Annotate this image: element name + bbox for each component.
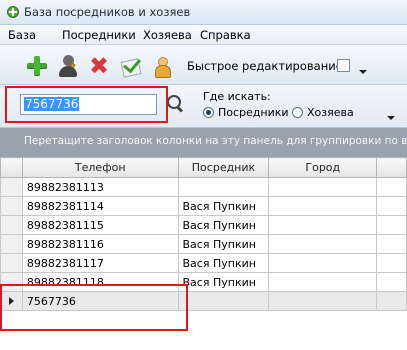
column-header-phone[interactable]: Телефон bbox=[21, 157, 179, 178]
table-row[interactable]: 89882381114 Вася Пупкин bbox=[0, 196, 407, 216]
cell-agent[interactable]: Вася Пупкин bbox=[177, 234, 270, 254]
menu-item-baza[interactable]: База bbox=[8, 28, 36, 42]
cell-phone[interactable]: 89882381114 bbox=[21, 196, 179, 216]
search-icon[interactable] bbox=[165, 93, 185, 113]
radio-hozyaeva-button[interactable] bbox=[292, 107, 303, 118]
column-header-city[interactable]: Город bbox=[268, 157, 378, 178]
cell-phone[interactable]: 89882381115 bbox=[21, 215, 179, 235]
window-title: База посредников и хозяев bbox=[24, 5, 191, 19]
menu-item-posredniki[interactable]: Посредники bbox=[62, 28, 136, 42]
radio-posredniki-label: Посредники bbox=[218, 106, 289, 119]
check-icon[interactable] bbox=[119, 54, 143, 78]
cell-phone[interactable]: 89882381116 bbox=[21, 234, 179, 254]
user-edit-icon[interactable] bbox=[57, 54, 81, 78]
radio-hozyaeva-label: Хозяева bbox=[307, 106, 354, 119]
title-bar: База посредников и хозяев bbox=[0, 0, 407, 25]
new-row-city-cell[interactable] bbox=[268, 291, 378, 311]
cell-city[interactable] bbox=[268, 272, 378, 292]
cell-city[interactable] bbox=[268, 196, 378, 216]
search-highlight-frame bbox=[5, 86, 168, 123]
quick-edit-label: Быстрое редактирование bbox=[187, 59, 343, 73]
cell-agent[interactable] bbox=[177, 177, 270, 197]
menu-item-hozyaeva[interactable]: Хозяева bbox=[143, 28, 192, 42]
menu-item-spravka[interactable]: Справка bbox=[200, 28, 251, 42]
radio-posredniki-button[interactable] bbox=[203, 107, 214, 118]
grid-header-row: Телефон Посредник Город bbox=[0, 157, 407, 178]
column-header-agent[interactable]: Посредник bbox=[177, 157, 270, 178]
cell-extra bbox=[376, 272, 407, 292]
where-to-search-label: Где искать: bbox=[203, 90, 271, 103]
row-indicator[interactable] bbox=[0, 177, 23, 197]
column-header-extra bbox=[376, 157, 407, 178]
cell-agent[interactable]: Вася Пупкин bbox=[177, 253, 270, 273]
cell-city[interactable] bbox=[268, 253, 378, 273]
toolbar-chevron-down-icon[interactable] bbox=[359, 70, 367, 74]
table-row[interactable]: 89882381115 Вася Пупкин bbox=[0, 215, 407, 235]
cell-city[interactable] bbox=[268, 234, 378, 254]
cell-extra bbox=[376, 234, 407, 254]
table-row[interactable]: 89882381113 bbox=[0, 177, 407, 197]
cell-extra bbox=[376, 215, 407, 235]
new-row-extra-cell bbox=[376, 291, 407, 311]
person-icon[interactable] bbox=[150, 54, 174, 78]
new-row-highlight-frame bbox=[0, 284, 188, 331]
search-chevron-down-icon[interactable] bbox=[387, 116, 395, 120]
app-plus-icon bbox=[7, 6, 19, 18]
menu-bar: База Посредники Хозяева Справка bbox=[0, 25, 407, 45]
cell-city[interactable] bbox=[268, 177, 378, 197]
cell-agent[interactable]: Вася Пупкин bbox=[177, 272, 270, 292]
row-indicator[interactable] bbox=[0, 253, 23, 273]
delete-icon[interactable]: ✖ bbox=[87, 54, 111, 78]
quick-edit-checkbox[interactable] bbox=[337, 59, 350, 72]
cell-agent[interactable]: Вася Пупкин bbox=[177, 215, 270, 235]
row-indicator[interactable] bbox=[0, 215, 23, 235]
group-by-panel[interactable]: Перетащите заголовок колонки на эту пане… bbox=[0, 128, 407, 157]
plus-icon[interactable] bbox=[25, 54, 49, 78]
row-indicator[interactable] bbox=[0, 234, 23, 254]
new-row-agent-cell[interactable] bbox=[177, 291, 270, 311]
cell-extra bbox=[376, 253, 407, 273]
row-indicator[interactable] bbox=[0, 196, 23, 216]
table-row[interactable]: 89882381117 Вася Пупкин bbox=[0, 253, 407, 273]
cell-phone[interactable]: 89882381117 bbox=[21, 253, 179, 273]
cell-extra bbox=[376, 196, 407, 216]
header-indicator bbox=[0, 157, 23, 178]
table-row[interactable]: 89882381116 Вася Пупкин bbox=[0, 234, 407, 254]
cell-city[interactable] bbox=[268, 215, 378, 235]
cell-phone[interactable]: 89882381113 bbox=[21, 177, 179, 197]
cell-agent[interactable]: Вася Пупкин bbox=[177, 196, 270, 216]
cell-extra bbox=[376, 177, 407, 197]
